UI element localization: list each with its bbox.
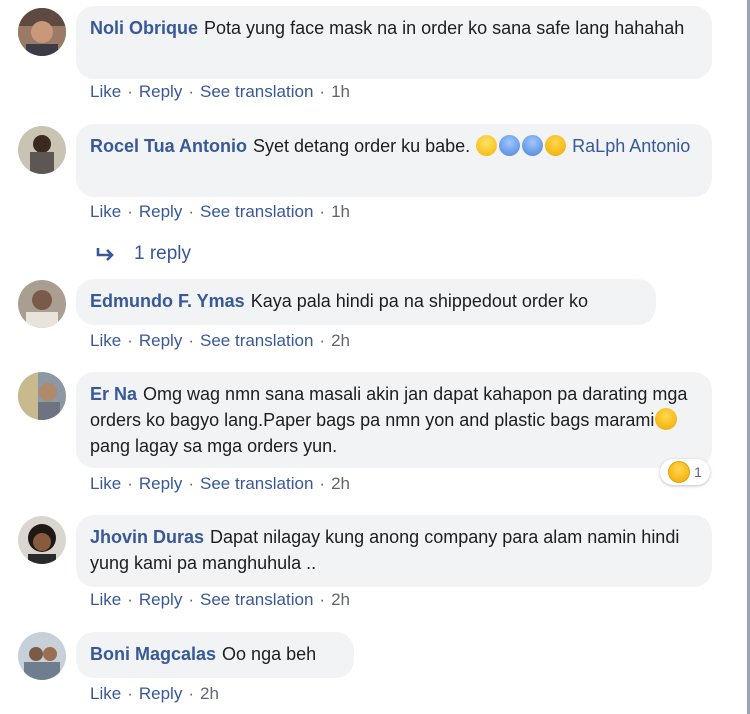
like-link[interactable]: Like — [90, 590, 121, 609]
timestamp[interactable]: 1h — [331, 202, 350, 221]
comment-bubble: Jhovin Duras Dapat nilagay kung anong com… — [76, 515, 712, 587]
comment-actions: Like · Reply · See translation · 2h — [90, 474, 350, 493]
comment-bubble: Rocel Tua Antonio Syet detang order ku ba… — [76, 124, 712, 197]
comment-author[interactable]: Noli Obrique — [90, 18, 198, 38]
comment-author[interactable]: Jhovin Duras — [90, 527, 204, 547]
comment-author[interactable]: Edmundo F. Ymas — [90, 291, 245, 311]
comment-actions: Like · Reply · See translation · 2h — [90, 331, 350, 350]
see-translation-link[interactable]: See translation — [200, 590, 313, 609]
like-link[interactable]: Like — [90, 474, 121, 493]
comment-bubble: Er Na Omg wag nmn sana masali akin jan da… — [76, 372, 712, 468]
comment-text: Omg wag nmn sana masali akin jan dapat k… — [90, 384, 688, 430]
comment-author[interactable]: Boni Magcalas — [90, 644, 216, 664]
comment-text: Syet detang order ku babe. — [253, 136, 476, 156]
reply-link[interactable]: Reply — [139, 474, 182, 493]
reaction-badge[interactable]: 1 — [660, 459, 710, 485]
like-link[interactable]: Like — [90, 331, 121, 350]
avatar[interactable] — [18, 372, 66, 420]
timestamp[interactable]: 2h — [331, 331, 350, 350]
comment-bubble: Boni Magcalas Oo nga beh — [76, 632, 354, 678]
comment-actions: Like · Reply · 2h — [90, 684, 219, 703]
see-translation-link[interactable]: See translation — [200, 474, 313, 493]
avatar[interactable] — [18, 516, 66, 564]
comment-text-continued: pang lagay sa mga orders yun. — [90, 436, 338, 456]
comment-author[interactable]: Er Na — [90, 384, 137, 404]
comment-text: Oo nga beh — [222, 644, 317, 664]
see-translation-link[interactable]: See translation — [200, 82, 313, 101]
tired-face-icon — [545, 135, 567, 156]
reply-arrow-icon — [96, 248, 114, 261]
timestamp[interactable]: 2h — [331, 474, 350, 493]
avatar[interactable] — [18, 8, 66, 56]
crying-face-icon — [655, 408, 678, 430]
reply-link[interactable]: Reply — [139, 202, 182, 221]
face-screaming-icon — [476, 135, 498, 156]
anxious-face-icon — [499, 135, 521, 156]
avatar[interactable] — [18, 632, 66, 680]
avatar[interactable] — [18, 126, 66, 174]
comment-actions: Like · Reply · See translation · 1h — [90, 202, 350, 221]
mention-link[interactable]: RaLph Antonio — [572, 136, 690, 156]
see-translation-link[interactable]: See translation — [200, 331, 313, 350]
see-translation-link[interactable]: See translation — [200, 202, 313, 221]
comment-actions: Like · Reply · See translation · 1h — [90, 82, 350, 101]
anxious-face-icon — [522, 135, 544, 156]
like-link[interactable]: Like — [90, 82, 121, 101]
comment-text: Pota yung face mask na in order ko sana … — [204, 18, 685, 38]
like-link[interactable]: Like — [90, 202, 121, 221]
comment-bubble: Noli Obrique Pota yung face mask na in or… — [76, 6, 712, 79]
timestamp[interactable]: 2h — [200, 684, 219, 703]
reply-link[interactable]: Reply — [139, 590, 182, 609]
comment-author[interactable]: Rocel Tua Antonio — [90, 136, 247, 156]
reply-link[interactable]: Reply — [139, 82, 182, 101]
comment-bubble: Edmundo F. Ymas Kaya pala hindi pa na shi… — [76, 279, 656, 325]
avatar[interactable] — [18, 280, 66, 328]
timestamp[interactable]: 2h — [331, 590, 350, 609]
like-link[interactable]: Like — [90, 684, 121, 703]
reply-link[interactable]: Reply — [139, 684, 182, 703]
view-replies-label[interactable]: 1 reply — [134, 243, 191, 265]
timestamp[interactable]: 1h — [331, 82, 350, 101]
comment-actions: Like · Reply · See translation · 2h — [90, 590, 350, 609]
sad-reaction-icon — [668, 461, 691, 483]
comment-text: Kaya pala hindi pa na shippedout order k… — [250, 291, 588, 311]
reply-link[interactable]: Reply — [139, 331, 182, 350]
reaction-count: 1 — [694, 464, 702, 480]
view-replies-link[interactable]: 1 reply — [96, 243, 191, 265]
